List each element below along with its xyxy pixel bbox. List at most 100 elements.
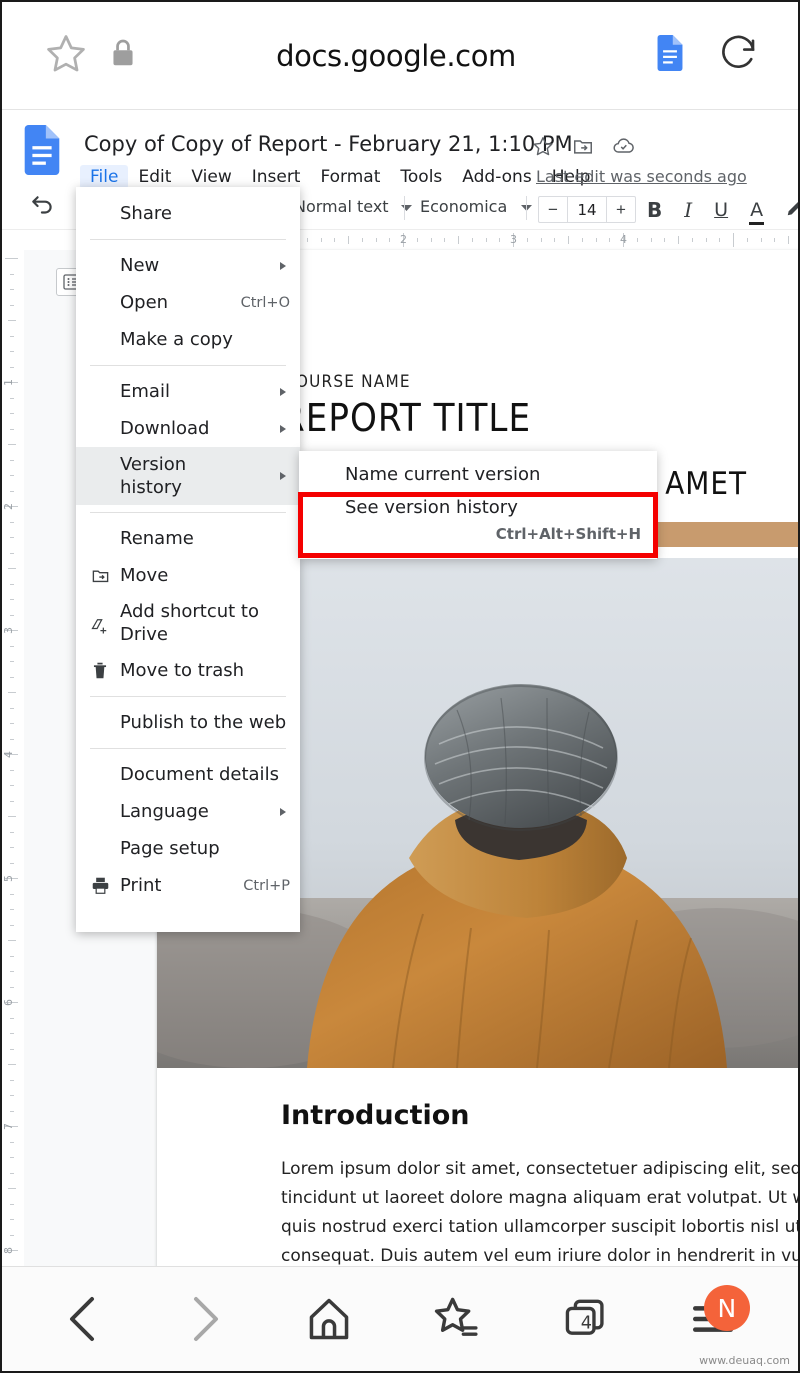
ruler-tick	[10, 397, 14, 399]
menu-divider	[90, 696, 286, 697]
move-folder-icon	[90, 566, 110, 586]
ruler-tick	[10, 1141, 14, 1143]
file-menu-item-add-shortcut-to-drive[interactable]: Add shortcut to Drive	[76, 594, 300, 652]
ruler-tick	[10, 1079, 14, 1081]
ruler-tick	[636, 238, 638, 242]
ruler-tick	[485, 238, 487, 242]
reload-icon[interactable]	[718, 32, 760, 79]
menu-item-label: Rename	[120, 528, 194, 549]
menu-edit[interactable]: Edit	[128, 165, 181, 189]
ruler-tick	[678, 236, 679, 244]
lock-icon	[110, 38, 136, 73]
menu-item-label: Document details	[120, 764, 279, 785]
file-menu-item-document-details[interactable]: Document details	[76, 756, 300, 793]
document-title[interactable]: Copy of Copy of Report - February 21, 1:…	[84, 132, 573, 156]
ruler-tick	[10, 1095, 14, 1096]
ruler-tick	[719, 238, 721, 242]
menu-tools[interactable]: Tools	[390, 165, 452, 189]
file-menu-item-print[interactable]: Print Ctrl+P	[76, 867, 300, 904]
menu-divider	[90, 512, 286, 513]
url-text[interactable]: docs.google.com	[136, 39, 656, 73]
file-menu-item-rename[interactable]: Rename	[76, 520, 300, 557]
ruler-tick	[10, 1048, 14, 1050]
file-menu-item-email[interactable]: Email	[76, 373, 300, 410]
ruler-number: 1	[2, 379, 15, 386]
menu-insert[interactable]: Insert	[242, 165, 311, 189]
title-action-icons	[532, 135, 636, 162]
move-to-folder-icon[interactable]	[572, 135, 594, 162]
file-menu-item-move[interactable]: Move	[76, 557, 300, 594]
tab-count-label: 4	[581, 1314, 592, 1334]
ruler-tick	[348, 236, 349, 244]
ruler-tick	[361, 238, 363, 242]
printer-icon	[90, 876, 110, 896]
bookmarks-icon[interactable]	[433, 1295, 483, 1343]
ruler-tick	[609, 238, 611, 242]
file-menu-item-new[interactable]: New	[76, 247, 300, 284]
ruler-tick	[10, 552, 14, 554]
bold-button[interactable]: B	[647, 198, 662, 222]
file-menu-item-share[interactable]: Share	[76, 195, 300, 232]
underline-button[interactable]: U	[714, 199, 728, 221]
file-menu-item-page-setup[interactable]: Page setup	[76, 830, 300, 867]
menu-add-ons[interactable]: Add-ons	[452, 165, 541, 189]
file-menu-item-open[interactable]: Open Ctrl+O	[76, 284, 300, 321]
paragraph-style-dropdown[interactable]: Normal text	[294, 197, 412, 216]
menu-item-label: Move	[120, 565, 169, 586]
back-icon[interactable]	[64, 1293, 104, 1345]
ruler-tick	[733, 233, 734, 247]
ruler-tick	[10, 1203, 14, 1205]
text-color-button[interactable]: A	[749, 199, 765, 225]
ruler-tick	[10, 645, 14, 647]
file-menu-item-publish-to-the-web[interactable]: Publish to the web	[76, 704, 300, 741]
file-menu-item-move-to-trash[interactable]: Move to trash	[76, 652, 300, 689]
toolbar-divider	[526, 196, 527, 220]
ruler-tick	[10, 971, 14, 972]
font-size-input[interactable]: 14	[567, 197, 607, 222]
submenu-arrow-icon	[280, 387, 286, 396]
vertical-ruler[interactable]: 1 2 3 4 5 6 7 8	[2, 250, 24, 1270]
menu-divider	[90, 748, 286, 749]
file-menu-dropdown: Share New Open Ctrl+O Make a copy Email …	[76, 187, 300, 932]
ruler-number: 8	[2, 1247, 15, 1254]
submenu-arrow-icon	[280, 472, 286, 480]
star-icon[interactable]	[532, 135, 554, 162]
doc-paragraph: Lorem ipsum dolor sit amet, consectetuer…	[281, 1155, 798, 1271]
highlight-pen-icon[interactable]	[785, 196, 798, 223]
ruler-tick	[10, 475, 14, 476]
docs-tab-icon[interactable]	[656, 35, 684, 76]
last-edit-status[interactable]: Last edit was seconds ago	[536, 167, 747, 186]
forward-icon[interactable]	[184, 1293, 224, 1345]
menu-icon[interactable]: N	[690, 1285, 750, 1339]
tabs-icon[interactable]: 4	[563, 1296, 609, 1342]
ruler-tick	[10, 986, 14, 988]
font-family-dropdown[interactable]: Economica	[420, 197, 533, 216]
ruler-tick	[10, 273, 14, 275]
italic-button[interactable]: I	[684, 198, 692, 222]
menu-item-label: Email	[120, 381, 170, 402]
star-icon[interactable]	[44, 31, 88, 80]
submenu-item-see-version-history[interactable]: See version history	[299, 490, 657, 523]
decrease-font-size-button[interactable]: −	[539, 197, 567, 222]
menu-file[interactable]: File	[80, 165, 129, 189]
ruler-tick	[705, 238, 707, 242]
profile-badge[interactable]: N	[703, 1285, 750, 1331]
submenu-item-name-current-version[interactable]: Name current version	[299, 457, 657, 490]
file-menu-item-version-history[interactable]: Version history	[76, 447, 300, 505]
file-menu-item-download[interactable]: Download	[76, 410, 300, 447]
cloud-saved-icon[interactable]	[612, 135, 636, 162]
menu-view[interactable]: View	[181, 165, 241, 189]
increase-font-size-button[interactable]: +	[607, 197, 635, 222]
file-menu-item-language[interactable]: Language	[76, 793, 300, 830]
menu-format[interactable]: Format	[310, 165, 390, 189]
file-menu-item-make-a-copy[interactable]: Make a copy	[76, 321, 300, 358]
docs-logo-icon[interactable]	[22, 125, 62, 175]
home-icon[interactable]	[305, 1295, 353, 1343]
undo-icon[interactable]	[30, 193, 56, 224]
ruler-tick	[334, 238, 336, 242]
ruler-number: 3	[2, 627, 15, 634]
ruler-tick	[10, 537, 14, 538]
ruler-tick	[760, 238, 762, 242]
trash-icon	[90, 661, 110, 681]
ruler-tick	[10, 1219, 14, 1220]
